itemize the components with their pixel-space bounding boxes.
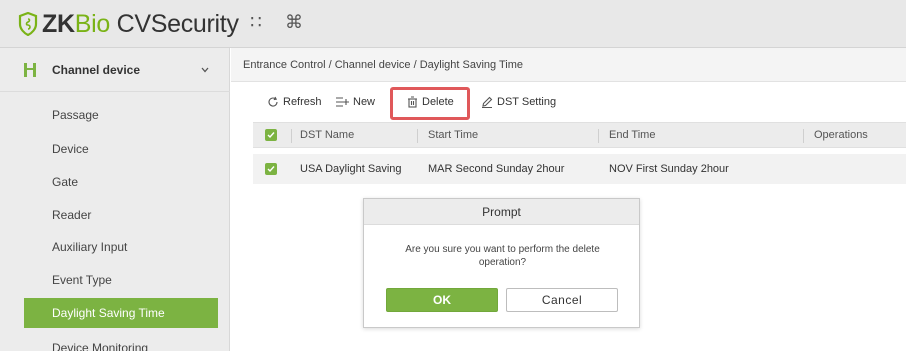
sidebar-item-daylight-saving-time[interactable]: Daylight Saving Time bbox=[24, 298, 218, 328]
pencil-icon bbox=[482, 96, 493, 108]
channel-device-icon bbox=[24, 62, 36, 77]
command-icon[interactable]: ⌘ bbox=[282, 12, 306, 33]
sidebar-item-reader[interactable]: Reader bbox=[16, 200, 220, 230]
shield-logo-icon bbox=[18, 12, 38, 36]
column-divider bbox=[803, 129, 804, 143]
column-divider bbox=[417, 129, 418, 143]
top-bar: ZKBio CVSecurity ∷ ⌘ bbox=[0, 0, 906, 48]
column-header-start-time[interactable]: Start Time bbox=[428, 123, 478, 147]
chevron-down-icon bbox=[201, 67, 209, 72]
dst-setting-label: DST Setting bbox=[497, 96, 557, 108]
confirm-dialog: Prompt Are you sure you want to perform … bbox=[363, 198, 640, 328]
check-icon bbox=[267, 166, 275, 173]
refresh-button[interactable]: Refresh bbox=[267, 92, 322, 112]
sidebar-item-device[interactable]: Device bbox=[16, 134, 220, 164]
dst-setting-button[interactable]: DST Setting bbox=[481, 92, 556, 112]
refresh-icon bbox=[268, 96, 278, 107]
dialog-message: Are you sure you want to perform the del… bbox=[405, 244, 600, 268]
refresh-label: Refresh bbox=[283, 96, 322, 108]
column-header-operations[interactable]: Operations bbox=[814, 123, 868, 147]
app-logo[interactable]: ZKBio CVSecurity bbox=[18, 9, 239, 39]
new-button[interactable]: New bbox=[335, 92, 375, 112]
sidebar-item-event-type[interactable]: Event Type bbox=[16, 265, 220, 295]
dialog-title: Prompt bbox=[364, 199, 639, 225]
cell-start-time: MAR Second Sunday 2hour bbox=[428, 163, 565, 175]
delete-button[interactable]: Delete bbox=[407, 92, 454, 112]
column-divider bbox=[598, 129, 599, 143]
column-header-dst-name[interactable]: DST Name bbox=[300, 123, 354, 147]
new-label: New bbox=[353, 96, 376, 108]
sidebar-item-passage[interactable]: Passage bbox=[16, 100, 220, 130]
grid-menu-icon[interactable]: ∷ bbox=[244, 12, 268, 33]
row-checkbox[interactable] bbox=[265, 163, 277, 175]
sidebar-item-gate[interactable]: Gate bbox=[16, 167, 220, 197]
cell-end-time: NOV First Sunday 2hour bbox=[609, 163, 729, 175]
trash-icon bbox=[408, 96, 417, 108]
sidebar-item-auxiliary-input[interactable]: Auxiliary Input bbox=[16, 232, 220, 262]
column-header-end-time[interactable]: End Time bbox=[609, 123, 655, 147]
breadcrumb: Entrance Control / Channel device / Dayl… bbox=[231, 48, 906, 82]
add-list-icon bbox=[336, 97, 349, 107]
cell-dst-name: USA Daylight Saving bbox=[300, 163, 402, 175]
select-all-checkbox[interactable] bbox=[265, 129, 277, 141]
table-header: DST Name Start Time End Time Operations bbox=[253, 122, 906, 148]
delete-label: Delete bbox=[422, 96, 454, 108]
check-icon bbox=[267, 132, 275, 139]
cancel-button[interactable]: Cancel bbox=[506, 288, 618, 312]
module-selector[interactable]: Channel device bbox=[0, 48, 230, 92]
sidebar: Channel device Passage Device Gate Reade… bbox=[0, 48, 230, 351]
column-divider bbox=[291, 129, 292, 143]
sidebar-item-device-monitoring[interactable]: Device Monitoring bbox=[16, 333, 220, 351]
toolbar: Refresh New Delete DST Setting bbox=[231, 84, 906, 120]
ok-button[interactable]: OK bbox=[386, 288, 498, 312]
module-label: Channel device bbox=[52, 62, 141, 77]
logo-text: ZKBio CVSecurity bbox=[42, 9, 239, 38]
table-row[interactable]: USA Daylight Saving MAR Second Sunday 2h… bbox=[253, 154, 906, 184]
